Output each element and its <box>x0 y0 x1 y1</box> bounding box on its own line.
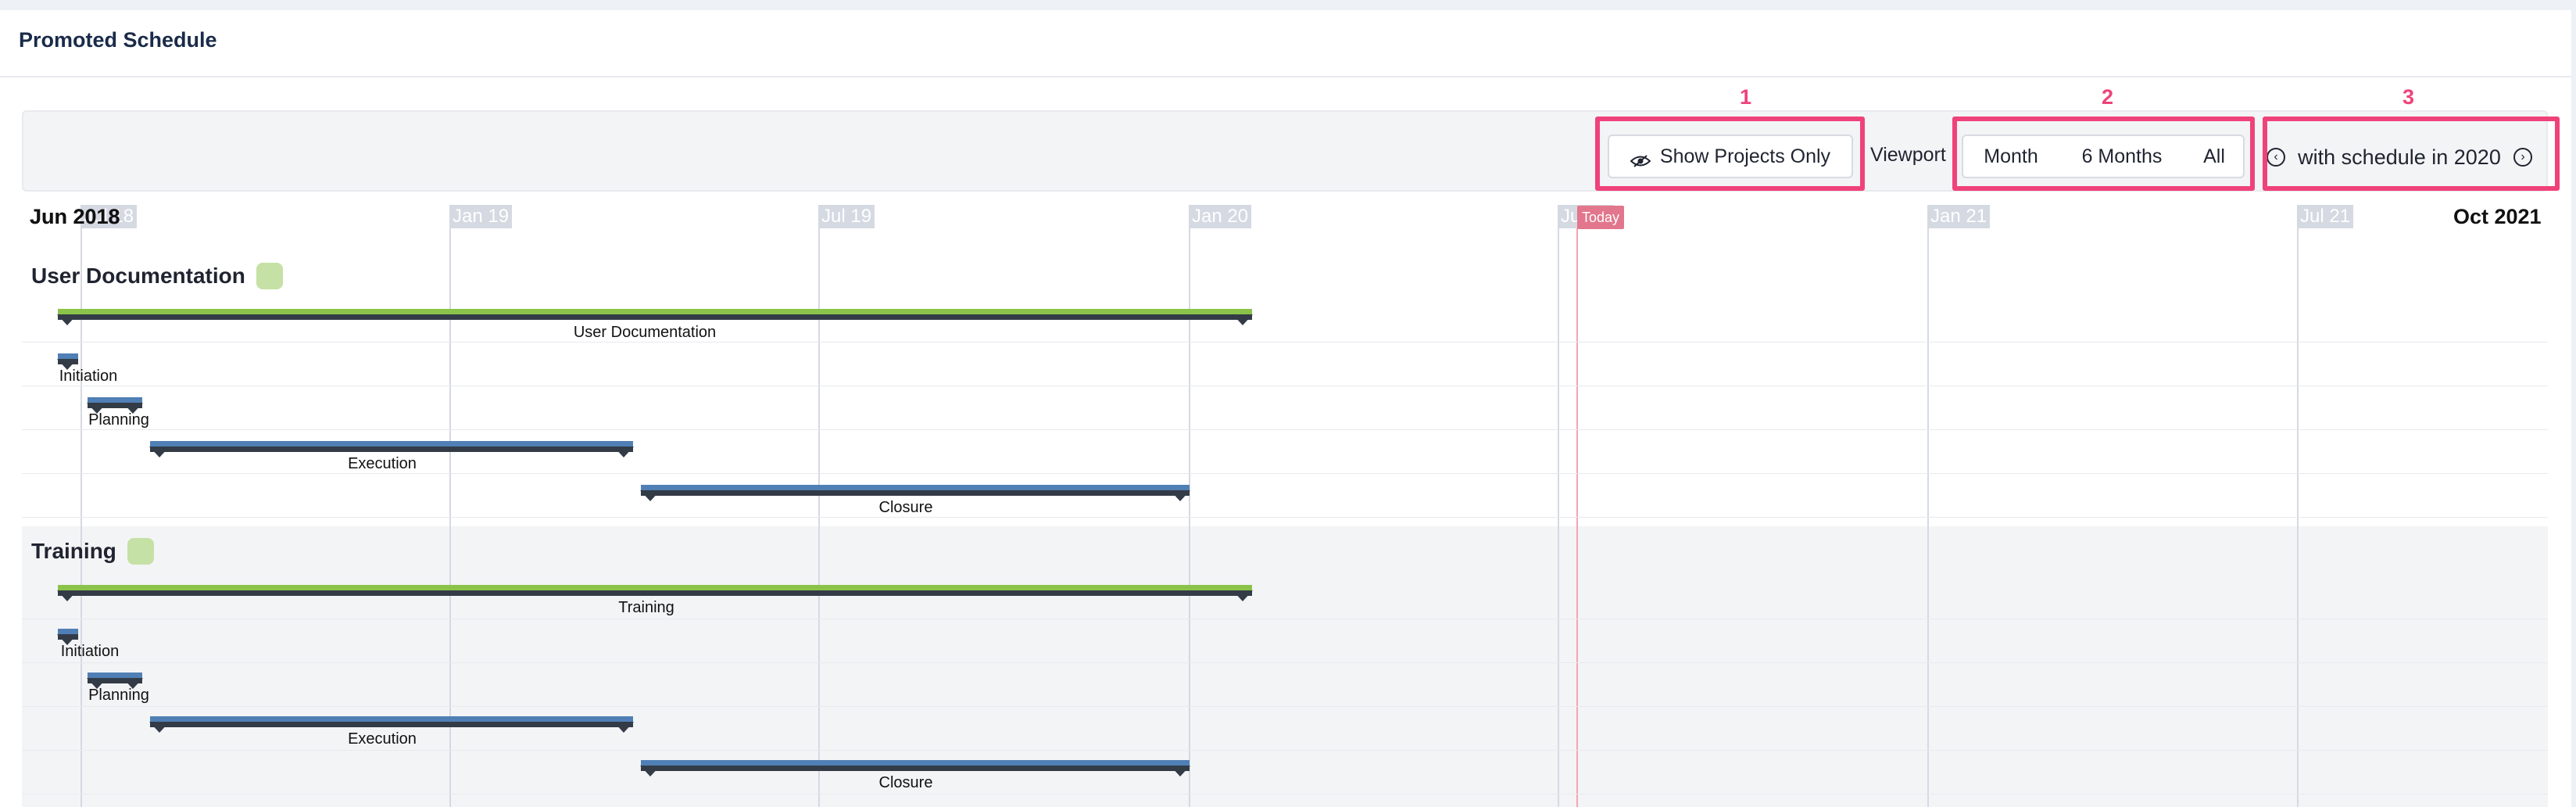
viewport-label: Viewport <box>1870 144 1946 166</box>
annotation-number-1: 1 <box>1740 85 1752 109</box>
bar-label: Closure <box>878 499 933 516</box>
row-separator <box>22 473 2548 474</box>
gridline <box>2297 205 2299 807</box>
row-separator <box>22 662 2548 663</box>
highlight-box-1 <box>1595 117 1865 191</box>
row-separator <box>22 750 2548 751</box>
bar-label: Execution <box>348 455 417 472</box>
gridline <box>1189 205 1190 807</box>
timeline-start-label: Jun 2018 <box>30 205 120 228</box>
row-separator <box>22 517 2548 518</box>
bar-label: Training <box>618 599 674 616</box>
highlight-box-2 <box>1952 117 2255 191</box>
row-separator <box>22 706 2548 707</box>
group-band-training <box>22 526 2548 807</box>
group-name: User Documentation <box>31 264 245 288</box>
bar-label: Execution <box>348 730 417 748</box>
bar-label: Initiation <box>59 368 118 385</box>
gridline <box>818 205 820 807</box>
group-title-user-documentation[interactable]: User Documentation <box>31 263 283 289</box>
tick-label: Jul 19 <box>818 205 875 228</box>
today-badge: Today <box>1577 206 1625 229</box>
group-name: Training <box>31 539 116 563</box>
today-line <box>1576 205 1578 807</box>
bar-label: Closure <box>878 774 933 791</box>
gridline <box>80 205 82 807</box>
timeline-area: Jul 18 Jan 19 Jul 19 Jan 20 Jul 20 Jan 2… <box>0 0 2576 807</box>
annotation-number-3: 3 <box>2402 85 2415 109</box>
tick-label: Jan 21 <box>1927 205 1991 228</box>
tick-label: Jan 19 <box>449 205 513 228</box>
group-color-swatch <box>256 263 283 289</box>
group-color-swatch <box>127 538 154 565</box>
bar-label: Planning <box>88 687 149 704</box>
gridline <box>1558 205 1559 807</box>
highlight-box-3 <box>2263 117 2560 191</box>
bar-label: Planning <box>88 411 149 429</box>
row-separator <box>22 342 2548 343</box>
group-title-training[interactable]: Training <box>31 538 154 565</box>
annotation-number-2: 2 <box>2102 85 2114 109</box>
tick-label: Jan 20 <box>1189 205 1252 228</box>
bar-label: User Documentation <box>573 324 717 341</box>
bar-label: Initiation <box>60 643 120 660</box>
timeline-end-label: Oct 2021 <box>2453 205 2542 228</box>
tick-label: Jul 21 <box>2297 205 2354 228</box>
gridline <box>1927 205 1929 807</box>
row-separator <box>22 429 2548 430</box>
